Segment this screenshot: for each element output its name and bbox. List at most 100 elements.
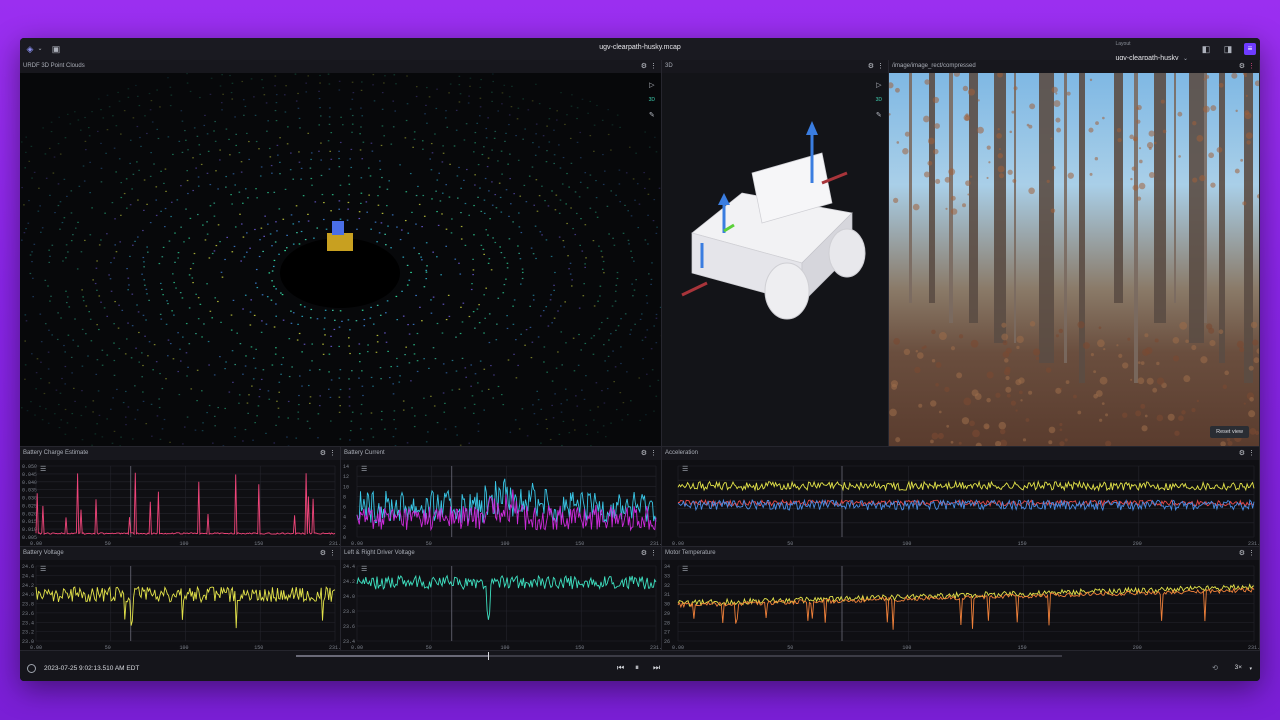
ruler-icon[interactable]: ✎ xyxy=(649,111,655,119)
point xyxy=(179,348,181,350)
point xyxy=(311,360,313,362)
gear-icon[interactable]: ⚙ xyxy=(1239,62,1245,71)
legend-icon[interactable]: ☰ xyxy=(682,566,692,574)
point xyxy=(186,170,189,172)
select-tool-icon[interactable]: ▷ xyxy=(649,81,654,89)
point xyxy=(436,210,438,213)
panel-driver-voltage[interactable]: Left & Right Driver Voltage ⚙ ⋮ 24.4 24.2… xyxy=(341,547,662,651)
menu-icon[interactable]: ⋮ xyxy=(329,449,336,458)
point xyxy=(232,381,234,383)
playback-timeline[interactable] xyxy=(296,652,1062,660)
point xyxy=(247,197,249,199)
panel-motor-temperature[interactable]: Motor Temperature ⚙ ⋮ 34 33 32 31 30 29 28 27 26… xyxy=(662,547,1260,651)
menu-icon[interactable]: ⋮ xyxy=(877,62,884,71)
plot-area[interactable]: 3433323130292827260.0050100150200231.00 … xyxy=(662,560,1259,650)
select-tool-icon[interactable]: ▷ xyxy=(876,81,881,89)
legend-icon[interactable]: ☰ xyxy=(361,466,371,474)
point xyxy=(96,359,99,361)
camera-image[interactable]: Reset view xyxy=(889,70,1259,446)
tree-leaf xyxy=(1196,134,1204,142)
plot-area[interactable]: 0.050 0.045 0.040 0.035 0.030 0.025 0.020 0.015… xyxy=(20,460,340,546)
point xyxy=(570,207,572,209)
point xyxy=(562,420,565,423)
point xyxy=(195,167,197,169)
point xyxy=(390,365,392,368)
panel-acceleration[interactable]: Acceleration ⚙ ⋮ 0.0050100150200231.00 ☰ xyxy=(662,447,1260,547)
legend-icon[interactable]: ☰ xyxy=(682,466,692,474)
point xyxy=(169,86,172,88)
gear-icon[interactable]: ⚙ xyxy=(641,449,647,458)
plot-area[interactable]: 0.0050100150200231.00 ☰ xyxy=(662,460,1259,546)
menu-icon[interactable]: ⋮ xyxy=(1248,549,1255,558)
panel-battery-voltage[interactable]: Battery Voltage ⚙ ⋮ 24.6 24.4 24.2 24.0 23.8… xyxy=(20,547,341,651)
ruler-icon[interactable]: ✎ xyxy=(876,111,882,119)
gear-icon[interactable]: ⚙ xyxy=(641,549,647,558)
point-cloud-view[interactable]: ▷ 3D ✎ xyxy=(20,73,661,446)
chevron-down-icon[interactable]: ▾ xyxy=(1249,666,1252,672)
gear-icon[interactable]: ⚙ xyxy=(320,449,326,458)
3d-toggle[interactable]: 3D xyxy=(649,97,655,103)
point xyxy=(231,350,234,352)
right-sidebar-icon[interactable]: ◨ xyxy=(1222,43,1234,55)
playback-speed[interactable]: 3× xyxy=(1235,664,1242,671)
point xyxy=(632,295,634,297)
menu-icon[interactable]: ⋮ xyxy=(1248,449,1255,458)
gear-icon[interactable]: ⚙ xyxy=(320,549,326,558)
plot-area[interactable]: 141210864200.0050100150231.00 ☰ xyxy=(341,460,661,546)
motor-temperature-plot: 3433323130292827260.0050100150200231.00 xyxy=(664,564,1259,650)
point xyxy=(540,408,543,410)
menu-icon[interactable]: ⋮ xyxy=(650,449,657,458)
tree-leaf xyxy=(1148,147,1152,151)
point xyxy=(360,107,362,109)
menu-icon[interactable]: ⋮ xyxy=(329,549,336,558)
user-avatar-icon[interactable]: ≡ xyxy=(1244,43,1256,55)
point xyxy=(32,277,34,279)
seek-backward-button[interactable]: ⏮ xyxy=(617,663,624,673)
pause-button[interactable]: ⏸ xyxy=(635,663,639,673)
point xyxy=(224,368,226,370)
panel-3d-model[interactable]: 3D ⚙ ⋮ ▷ 3D ✎ xyxy=(662,60,889,447)
point xyxy=(220,102,223,104)
plot-area[interactable]: 24.4 24.2 24.0 23.8 23.6 23.4 0.00 50 100 150 231.… xyxy=(341,560,661,650)
point xyxy=(454,426,457,428)
legend-icon[interactable]: ☰ xyxy=(361,566,371,574)
loop-icon[interactable]: ⟲ xyxy=(1212,664,1218,672)
3d-toggle[interactable]: 3D xyxy=(876,97,882,103)
reset-view-button[interactable]: Reset view xyxy=(1210,426,1249,438)
point xyxy=(118,347,121,350)
tree-leaf xyxy=(1089,172,1093,176)
panel-battery-current[interactable]: Battery Current ⚙ ⋮ 14 12 10 8 6 4 2 0 0.00 50 100… xyxy=(341,447,662,547)
seek-forward-button[interactable]: ⏭ xyxy=(653,663,660,673)
point xyxy=(85,305,88,307)
left-sidebar-icon[interactable]: ◧ xyxy=(1200,43,1212,55)
timeline-scrubber[interactable] xyxy=(487,652,489,660)
robot-3d-view[interactable]: ▷ 3D ✎ xyxy=(662,73,888,446)
panel-point-cloud[interactable]: URDF 3D Point Clouds ⚙ ⋮ ▷ 3D ✎ xyxy=(20,60,662,447)
point xyxy=(206,221,208,223)
point xyxy=(348,388,351,390)
point xyxy=(536,390,539,392)
tree-leaf xyxy=(1245,94,1248,97)
point xyxy=(266,296,269,298)
ground-leaf xyxy=(1048,440,1053,445)
point xyxy=(415,95,418,98)
point xyxy=(589,174,592,176)
gear-icon[interactable]: ⚙ xyxy=(1239,549,1245,558)
point xyxy=(178,140,181,143)
legend-icon[interactable]: ☰ xyxy=(40,466,50,474)
point xyxy=(458,101,461,103)
point xyxy=(244,294,247,296)
legend-icon[interactable]: ☰ xyxy=(40,566,50,574)
tree-leaf xyxy=(1246,140,1251,145)
menu-icon[interactable]: ⋮ xyxy=(650,549,657,558)
point xyxy=(256,197,258,199)
clock-icon[interactable] xyxy=(27,664,36,673)
plot-area[interactable]: 24.6 24.4 24.2 24.0 23.8 23.6 23.4 23.2 23.0 0.00… xyxy=(20,560,340,650)
menu-icon[interactable]: ⋮ xyxy=(1248,62,1255,71)
gear-icon[interactable]: ⚙ xyxy=(641,62,647,71)
gear-icon[interactable]: ⚙ xyxy=(868,62,874,71)
panel-camera-image[interactable]: /image/image_rect/compressed ⚙ ⋮ Reset v… xyxy=(889,60,1260,447)
menu-icon[interactable]: ⋮ xyxy=(650,62,657,71)
panel-battery-charge[interactable]: Battery Charge Estimate ⚙ ⋮ 0.050 0.045 0.… xyxy=(20,447,341,547)
gear-icon[interactable]: ⚙ xyxy=(1239,449,1245,458)
